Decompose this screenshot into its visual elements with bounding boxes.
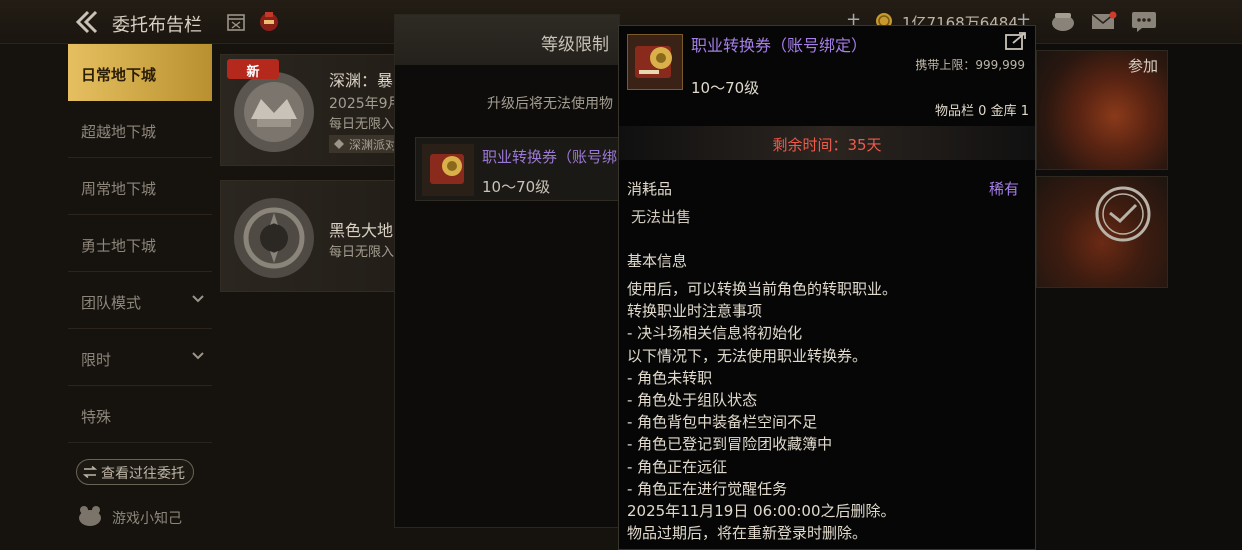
chevron-down-icon (192, 295, 204, 303)
sidebar-item-raid-mode[interactable]: 团队模式 (68, 272, 212, 329)
description-line: - 角色未转职 (627, 368, 713, 387)
sidebar-item-label: 超越地下城 (81, 123, 157, 141)
item-level-range: 10～70级 (691, 79, 760, 97)
dungeon-title: 黑色大地 (329, 221, 394, 240)
dungeon-card[interactable]: 黑色大地 每日无限入 (220, 180, 395, 292)
sidebar-item-special[interactable]: 特殊 (68, 386, 212, 443)
description-line: - 决斗场相关信息将初始化 (627, 324, 803, 343)
sidebar-item-label: 勇士地下城 (81, 237, 157, 255)
sidebar-item-label: 团队模式 (81, 294, 142, 312)
description-line: - 角色处于组队状态 (627, 390, 758, 409)
abyss-icon (334, 139, 344, 149)
sidebar-item-daily-dungeon[interactable]: 日常地下城 (68, 44, 212, 101)
description-line: - 角色背包中装备栏空间不足 (627, 413, 818, 432)
dungeon-title: 深渊：暴 (329, 71, 394, 90)
item-description: 使用后，可以转换当前角色的转职职业。 转换职业时注意事项 - 决斗场相关信息将初… (627, 278, 1031, 544)
join-label[interactable]: 参加 (1128, 55, 1158, 76)
item-name: 职业转换券（账号绑定） (691, 36, 868, 55)
dialog-item-name: 职业转换券（账号绑 (482, 148, 618, 166)
job-change-ticket-icon (422, 144, 474, 196)
dialog-item-slot[interactable]: 职业转换券（账号绑 10～70级 (415, 137, 619, 201)
description-line: 使用后，可以转换当前角色的转职职业。 (627, 280, 898, 298)
description-line: - 角色正在远征 (627, 457, 728, 476)
calendar-icon[interactable] (226, 12, 246, 32)
item-rarity: 稀有 (988, 180, 1019, 198)
sidebar-item-label: 限时 (81, 351, 112, 369)
new-badge: 新 (227, 59, 279, 80)
back-arrow-icon[interactable] (74, 9, 100, 35)
share-icon[interactable] (1005, 32, 1027, 50)
game-helper-label[interactable]: 游戏小知己 (112, 508, 182, 528)
dungeon-entry-limit: 每日无限入 (329, 117, 395, 132)
remaining-time: 剩余时间：35天 (619, 126, 1035, 160)
sidebar-item-label: 周常地下城 (81, 180, 157, 198)
job-change-ticket-icon (627, 34, 683, 90)
dialog-description: 升级后将无法使用物 (487, 96, 613, 112)
swap-icon (83, 466, 97, 478)
view-history-button[interactable]: 查看过往委托 (76, 459, 194, 485)
sell-status: 无法出售 (631, 208, 692, 226)
sidebar-item-limited-time[interactable]: 限时 (68, 329, 212, 386)
view-history-label: 查看过往委托 (101, 466, 185, 482)
section-title: 基本信息 (627, 252, 688, 270)
description-line: - 角色已登记到冒险团收藏簿中 (627, 435, 833, 454)
description-line: 转换职业时注意事项 (627, 302, 763, 321)
sidebar-item-label: 特殊 (81, 408, 112, 426)
item-type: 消耗品 (627, 180, 673, 198)
item-tooltip: 职业转换券（账号绑定） 携带上限：999,999 10～70级 物品栏 0 金库… (618, 25, 1036, 550)
storage-count: 物品栏 0 金库 1 (935, 104, 1029, 119)
dungeon-card[interactable]: 新 深渊：暴 2025年9月 每日无限入 深渊派对 (220, 54, 402, 166)
chat-icon[interactable] (1131, 10, 1158, 33)
dialog-title: 等级限制 (541, 35, 609, 55)
description-line: - 角色正在进行觉醒任务 (627, 479, 788, 498)
description-line: 物品过期后，将在重新登录时删除。 (627, 524, 868, 543)
dungeon-emblem-icon (234, 198, 314, 278)
dialog-header: 等级限制 (395, 15, 619, 65)
sidebar-item-weekly-dungeon[interactable]: 周常地下城 (68, 158, 212, 215)
carry-limit: 携带上限：999,999 (915, 58, 1025, 72)
dialog-item-level: 10～70级 (482, 178, 551, 196)
description-line: 以下情况下，无法使用职业转换券。 (627, 346, 868, 365)
dungeon-date: 2025年9月 (329, 96, 402, 112)
completed-stamp-icon (1095, 186, 1151, 242)
dungeon-entry-limit: 每日无限入 (329, 245, 395, 260)
pot-icon[interactable] (1050, 9, 1076, 33)
dungeon-emblem-icon (234, 72, 314, 152)
sidebar-item-warrior-dungeon[interactable]: 勇士地下城 (68, 215, 212, 272)
chevron-down-icon (192, 352, 204, 360)
dungeon-tag: 深渊派对 (329, 135, 402, 153)
game-helper-logo-icon (79, 506, 101, 526)
description-line: 2025年11月19日 06:00:00之后删除。 (627, 501, 896, 520)
sidebar-item-label: 日常地下城 (81, 66, 157, 84)
event-bag-icon[interactable] (258, 10, 280, 32)
dungeon-tag-label: 深渊派对 (349, 138, 398, 152)
level-limit-dialog: 等级限制 升级后将无法使用物 职业转换券（账号绑 10～70级 (394, 14, 620, 528)
sidebar-item-beyond-dungeon[interactable]: 超越地下城 (68, 101, 212, 158)
mail-icon[interactable] (1091, 11, 1117, 31)
page-title: 委托布告栏 (112, 15, 202, 36)
